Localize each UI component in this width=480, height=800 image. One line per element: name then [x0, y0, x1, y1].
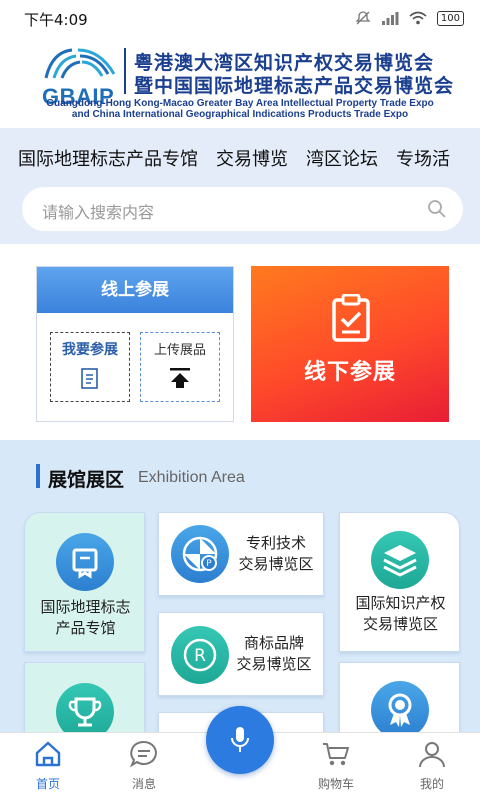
offline-exhibit-label: 线下参展: [303, 360, 396, 385]
nav-home[interactable]: 首页: [8, 739, 88, 792]
svg-text:P: P: [206, 559, 212, 569]
offline-exhibit-button[interactable]: 线下参展: [251, 266, 449, 422]
section-accent-bar: [36, 464, 40, 488]
svg-text:R: R: [194, 646, 206, 666]
nav-profile-label: 我的: [419, 777, 444, 791]
join-exhibit-label: 我要参展: [62, 342, 118, 358]
search-input[interactable]: 请输入搜索内容: [22, 187, 463, 231]
tab-special-events[interactable]: 专场活: [396, 145, 450, 171]
clipboard-check-icon: [332, 294, 370, 342]
stacked-layers-icon: [371, 531, 429, 589]
exhibition-area-section: 展馆展区 Exhibition Area 国际地理标志 产品专馆 P 专利技术 交易…: [0, 440, 480, 752]
status-icons: 100: [355, 10, 464, 26]
microphone-icon: [231, 727, 249, 752]
form-icon: [81, 368, 98, 389]
hall-international-ip[interactable]: 国际知识产权 交易博览区: [339, 512, 460, 652]
banner-title-line2: 暨中国国际地理标志产品交易博览会: [134, 75, 455, 97]
user-icon: [419, 742, 445, 768]
upload-icon: [170, 368, 190, 388]
nav-messages-label: 消息: [131, 777, 156, 791]
gbaip-logo-icon: [44, 48, 116, 79]
banner-english-line1: Guangdong-Hong Kong-Macao Greater Bay Ar…: [46, 98, 434, 109]
participation-section: 线上参展 我要参展 上传展品 线下参展: [0, 244, 480, 440]
hall-patent-technology[interactable]: P 专利技术 交易博览区: [158, 512, 324, 596]
online-exhibit-title: 线上参展: [37, 267, 233, 313]
category-section: 国际地理标志产品专馆 交易博览 湾区论坛 专场活 请输入搜索内容: [0, 128, 480, 244]
join-exhibit-button[interactable]: 我要参展: [50, 332, 130, 402]
hall-trademark-brand-label: 商标品牌 交易博览区: [236, 634, 312, 673]
tab-bay-area-forum[interactable]: 湾区论坛: [306, 145, 378, 171]
status-time: 下午4:09: [24, 11, 88, 29]
banner-english-line2: and China International Geographical Ind…: [71, 109, 409, 120]
nav-cart[interactable]: 购物车: [296, 739, 376, 792]
battery-icon: 100: [436, 10, 464, 26]
upload-exhibit-label: 上传展品: [153, 343, 206, 358]
online-exhibit-card: 线上参展 我要参展 上传展品: [36, 266, 234, 422]
mute-icon: [355, 11, 371, 25]
home-icon: [35, 741, 61, 767]
nav-profile[interactable]: 我的: [392, 739, 472, 792]
signal-icon: [381, 12, 399, 25]
hall-international-ip-label: 国际知识产权 交易博览区: [355, 594, 446, 633]
voice-search-button[interactable]: [206, 706, 274, 774]
shopping-cart-icon: [323, 743, 349, 766]
nav-home-label: 首页: [35, 777, 60, 791]
award-medal-icon: [371, 681, 429, 739]
exhibition-section-subtitle: Exhibition Area: [138, 469, 245, 486]
header-banner: GBAIP 粤港澳大湾区知识产权交易博览会 暨中国国际地理标志产品交易博览会 G…: [0, 38, 480, 128]
message-icon: [129, 740, 157, 768]
banner-divider: [124, 48, 126, 94]
exhibition-section-title: 展馆展区: [48, 469, 125, 491]
patent-icon: P: [171, 525, 229, 583]
hall-trademark-brand[interactable]: R 商标品牌 交易博览区: [158, 612, 324, 696]
search-icon[interactable]: [427, 199, 447, 219]
nav-messages[interactable]: 消息: [104, 739, 184, 792]
wifi-icon: [409, 11, 427, 25]
status-bar: 下午4:09 100: [0, 0, 480, 38]
registered-trademark-icon: R: [171, 626, 229, 684]
category-tab-bar[interactable]: 国际地理标志产品专馆 交易博览 湾区论坛 专场活: [18, 145, 450, 171]
search-placeholder: 请输入搜索内容: [42, 203, 155, 222]
tab-trade-expo[interactable]: 交易博览: [216, 145, 288, 171]
upload-exhibit-button[interactable]: 上传展品: [140, 332, 220, 402]
hall-gi-products[interactable]: 国际地理标志 产品专馆: [24, 512, 145, 652]
hall-gi-products-label: 国际地理标志 产品专馆: [40, 598, 131, 637]
gi-hall-icon: [56, 533, 114, 591]
tab-gi-products-hall[interactable]: 国际地理标志产品专馆: [18, 145, 198, 171]
hall-patent-technology-label: 专利技术 交易博览区: [238, 534, 314, 573]
nav-cart-label: 购物车: [317, 777, 354, 791]
